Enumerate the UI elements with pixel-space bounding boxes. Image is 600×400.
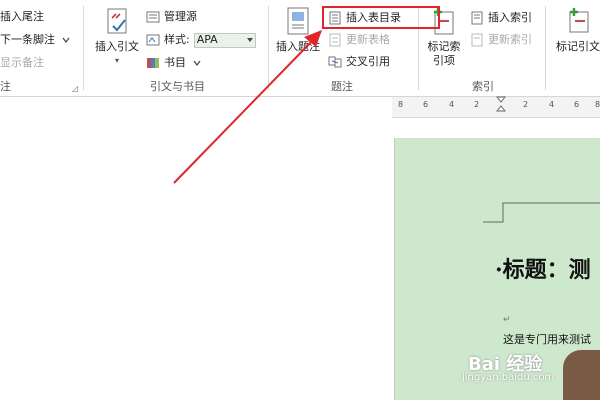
style-icon [146,34,160,46]
ruler-tick: 2 [523,100,529,109]
insert-caption-icon [287,7,309,35]
highlight-box [322,6,440,29]
insert-citation-icon [107,8,127,34]
cross-reference-icon [328,56,342,68]
next-footnote-button[interactable]: 下一条脚注 [0,31,73,49]
update-table-label: 更新表格 [346,33,390,46]
bibliography-button[interactable]: 书目 [146,54,204,72]
chevron-down-icon [193,60,201,66]
header-boundary-line [483,202,600,223]
mark-citation-icon [569,8,589,33]
show-notes-label: 显示备注 [0,56,44,69]
baidu-watermark-url: jingyan.baidu.com [462,372,555,383]
chevron-down-icon: ▾ [114,56,119,65]
update-index-icon [471,33,483,47]
inserted-photo[interactable] [563,350,600,400]
show-notes-button[interactable]: 显示备注 [0,54,44,72]
ruler-tick: 6 [574,100,580,109]
style-value: APA [196,33,218,46]
insert-citation-button[interactable]: 插入引文 ▾ [90,6,144,68]
manage-sources-icon [146,11,160,23]
manage-sources-label: 管理源 [164,10,197,23]
style-label: 样式: [164,33,190,46]
insert-endnote-label: 插入尾注 [0,10,44,23]
footnotes-group-label: 注 [0,80,11,93]
footnotes-dialog-launcher-icon[interactable]: ◿ [72,84,78,93]
insert-index-label: 插入索引 [488,11,532,24]
next-footnote-label: 下一条脚注 [0,33,55,46]
group-divider [545,6,546,90]
mark-entry-label: 标记索引项 [427,40,461,67]
insert-caption-button[interactable]: 插入题注 [272,6,324,54]
citation-style-control: 样式: APA [146,31,256,49]
chevron-down-icon [62,37,70,43]
mark-citation-label: 标记引文 [556,40,600,53]
horizontal-ruler[interactable]: 8 6 4 2 2 4 6 8 [392,96,600,118]
update-table-icon [329,33,341,47]
captions-group-label: 题注 [331,80,353,93]
ribbon-references: 插入尾注 下一条脚注 显示备注 注 ◿ 插入引文 ▾ 管理源 样式: APA 书… [0,0,600,97]
chevron-down-icon [246,37,253,42]
bibliography-icon [147,58,159,68]
ruler-tick: 2 [474,100,480,109]
group-divider [83,6,84,90]
insert-caption-label: 插入题注 [276,40,320,53]
citations-group-label: 引文与书目 [150,80,205,93]
update-table-button[interactable]: 更新表格 [328,31,390,49]
ruler-tick: 8 [595,100,600,109]
paragraph-mark: ↵ [503,315,511,325]
ruler-tick: 8 [398,100,404,109]
insert-citation-label: 插入引文 [95,40,139,53]
ruler-tick: 4 [449,100,455,109]
manage-sources-button[interactable]: 管理源 [146,8,197,26]
bibliography-label: 书目 [164,56,186,69]
indent-marker-icon[interactable] [496,96,506,114]
insert-endnote-button[interactable]: 插入尾注 [0,8,44,26]
index-group-label: 索引 [472,80,494,93]
style-dropdown[interactable]: APA [193,32,256,48]
insert-index-icon [471,11,483,25]
mark-citation-button[interactable]: 标记引文 [550,6,600,54]
document-heading: ·标题：测 [495,257,591,283]
insert-index-button[interactable]: 插入索引 [470,9,532,27]
cross-reference-label: 交叉引用 [346,55,390,68]
document-body-text: 这是专门用来测试 [503,333,591,346]
cross-reference-button[interactable]: 交叉引用 [328,53,390,71]
update-index-label: 更新索引 [488,33,532,46]
update-index-button[interactable]: 更新索引 [470,31,532,49]
ruler-tick: 4 [549,100,555,109]
group-divider [268,6,269,90]
ruler-tick: 6 [423,100,429,109]
